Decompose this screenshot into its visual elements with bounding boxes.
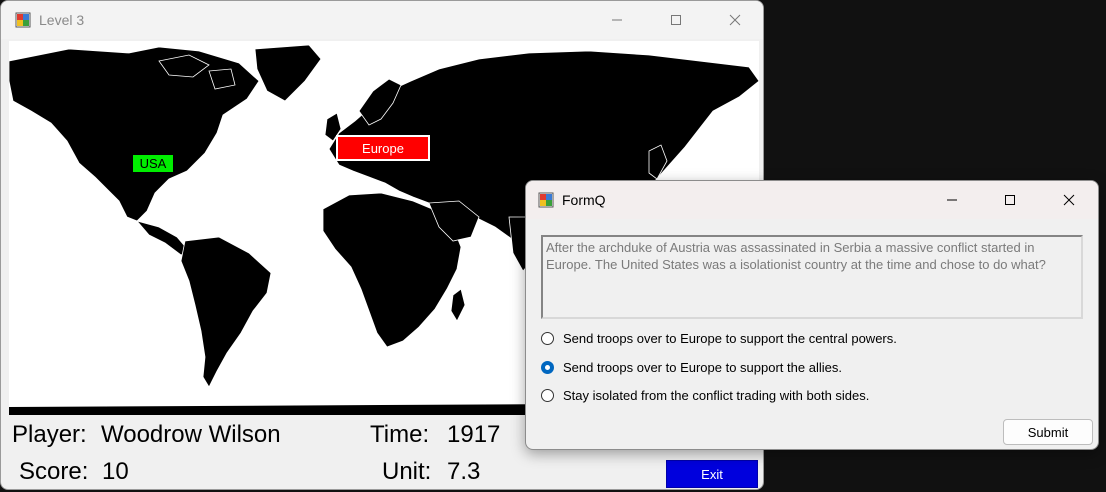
dialog-titlebar: FormQ xyxy=(526,181,1098,219)
time-label: Time: xyxy=(370,421,430,448)
option-central-powers[interactable]: Send troops over to Europe to support th… xyxy=(541,329,897,347)
central-america-shape xyxy=(135,220,190,256)
score-value: 10 xyxy=(102,458,129,485)
minimize-icon xyxy=(612,19,622,21)
time-value: 1917 xyxy=(447,421,501,448)
dialog-title: FormQ xyxy=(562,192,606,208)
radio-button[interactable] xyxy=(541,388,554,402)
maximize-button[interactable] xyxy=(653,1,699,39)
minimize-icon xyxy=(947,199,957,201)
dialog-maximize-button[interactable] xyxy=(987,181,1033,219)
option-label: Stay isolated from the conflict trading … xyxy=(563,387,870,403)
option-allies[interactable]: Send troops over to Europe to support th… xyxy=(541,358,842,376)
submit-button[interactable]: Submit xyxy=(1003,419,1093,445)
close-icon xyxy=(729,14,741,26)
question-textbox[interactable]: After the archduke of Austria was assass… xyxy=(541,235,1083,319)
exit-button[interactable]: Exit xyxy=(666,460,758,488)
dialog-close-button[interactable] xyxy=(1046,181,1092,219)
south-america-shape xyxy=(180,236,272,388)
maximize-icon xyxy=(671,15,681,25)
radio-button[interactable] xyxy=(541,331,554,345)
dialog-minimize-button[interactable] xyxy=(929,181,975,219)
close-icon xyxy=(1063,194,1075,206)
minimize-button[interactable] xyxy=(594,1,640,39)
main-titlebar: Level 3 xyxy=(1,1,763,39)
europe-label[interactable]: Europe xyxy=(336,135,430,161)
player-label: Player: xyxy=(12,421,87,448)
close-button[interactable] xyxy=(712,1,758,39)
player-value: Woodrow Wilson xyxy=(101,421,281,448)
app-icon xyxy=(15,12,31,28)
option-stay-isolated[interactable]: Stay isolated from the conflict trading … xyxy=(541,386,869,404)
option-label: Send troops over to Europe to support th… xyxy=(563,359,842,375)
unit-value: 7.3 xyxy=(447,458,481,485)
formq-dialog: FormQ After the archduke of Austria was … xyxy=(525,180,1099,450)
usa-label[interactable]: USA xyxy=(133,155,173,172)
maximize-icon xyxy=(1005,195,1015,205)
unit-label: Unit: xyxy=(382,458,432,485)
greenland-shape xyxy=(254,44,322,102)
option-label: Send troops over to Europe to support th… xyxy=(563,330,897,346)
dialog-app-icon xyxy=(538,192,554,208)
window-title: Level 3 xyxy=(39,12,85,28)
score-label: Score: xyxy=(19,458,89,485)
radio-button-selected[interactable] xyxy=(541,360,554,374)
